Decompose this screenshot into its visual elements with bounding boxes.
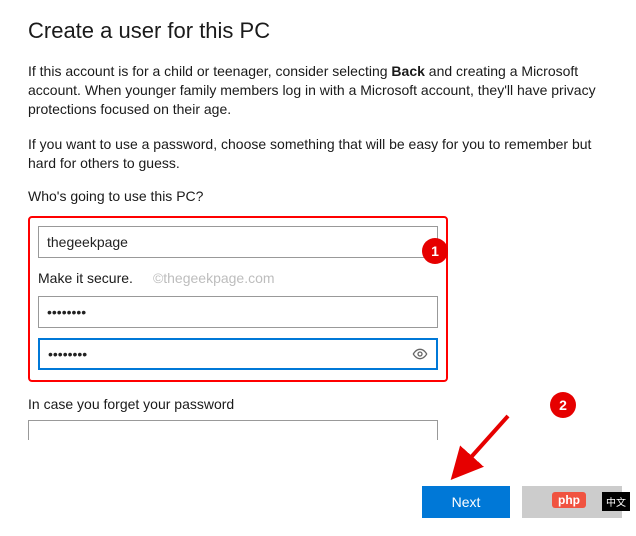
secondary-button[interactable]: php 中文 — [522, 486, 622, 518]
intro-password-text: If you want to use a password, choose so… — [28, 135, 608, 173]
cn-badge: 中文 — [602, 492, 630, 511]
annotation-callout-2: 2 — [550, 392, 576, 418]
bottom-button-bar: Next php 中文 — [422, 486, 622, 518]
username-question: Who's going to use this PC? — [28, 188, 608, 204]
intro-back-bold: Back — [391, 63, 424, 79]
reveal-password-icon[interactable] — [412, 346, 428, 362]
password-input[interactable] — [38, 296, 438, 328]
forgot-password-label: In case you forget your password — [28, 396, 608, 412]
php-badge: php — [552, 492, 586, 508]
credentials-form-highlight: Make it secure. ©thegeekpage.com — [28, 216, 448, 382]
next-button[interactable]: Next — [422, 486, 510, 518]
intro-account-text: If this account is for a child or teenag… — [28, 62, 608, 119]
make-secure-label: Make it secure. — [38, 270, 133, 286]
username-input[interactable] — [38, 226, 438, 258]
security-hint-input[interactable] — [28, 420, 438, 440]
annotation-callout-1: 1 — [422, 238, 448, 264]
page-title: Create a user for this PC — [28, 18, 608, 44]
watermark-text: ©thegeekpage.com — [153, 270, 275, 286]
confirm-password-input[interactable] — [38, 338, 438, 370]
intro-part-1: If this account is for a child or teenag… — [28, 63, 391, 79]
